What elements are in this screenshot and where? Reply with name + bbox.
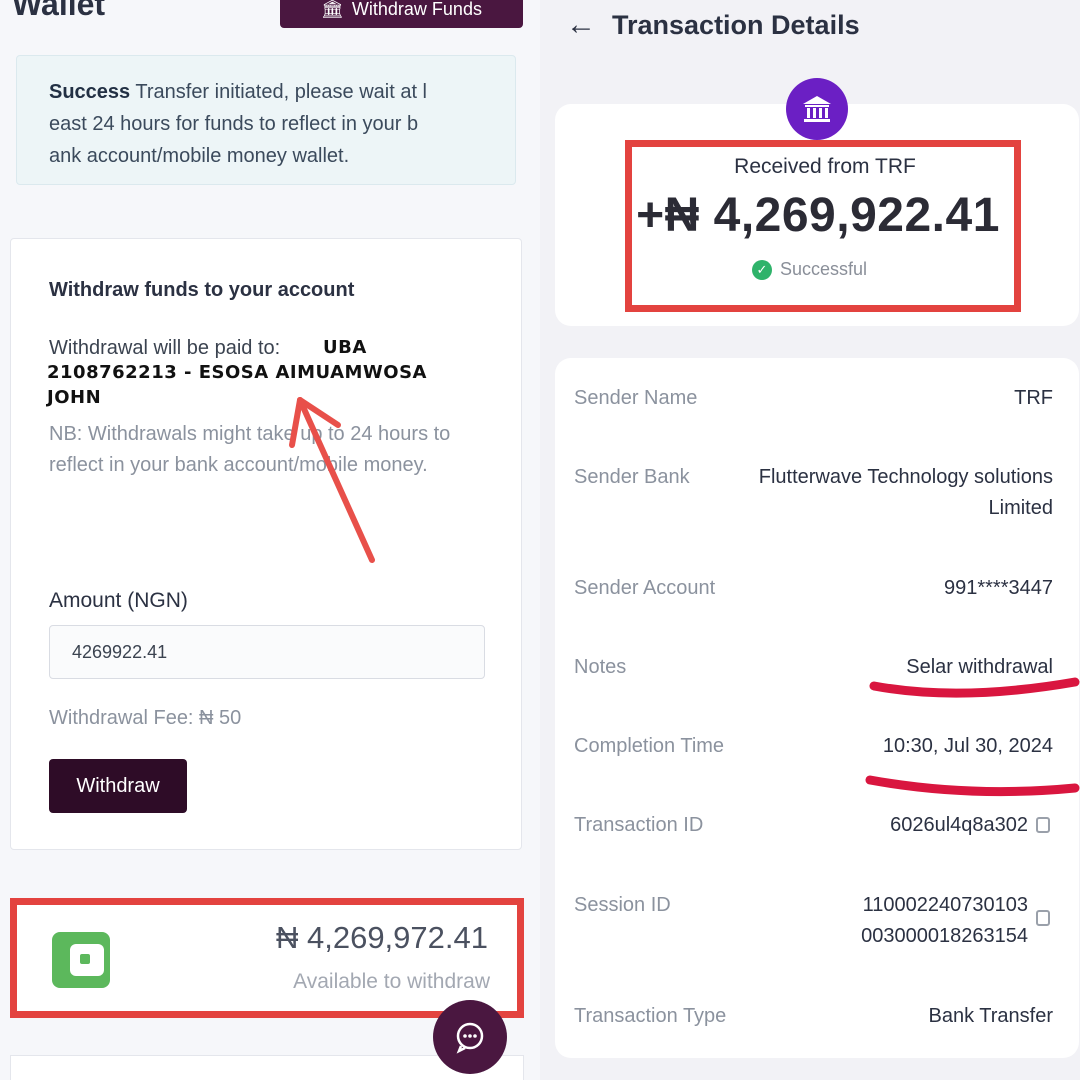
withdraw-screen: Wallet 🏛 Withdraw Funds Success Transfer… [0, 0, 540, 1080]
annotation-arrow [289, 397, 375, 563]
annotation-underlines [865, 677, 1080, 797]
